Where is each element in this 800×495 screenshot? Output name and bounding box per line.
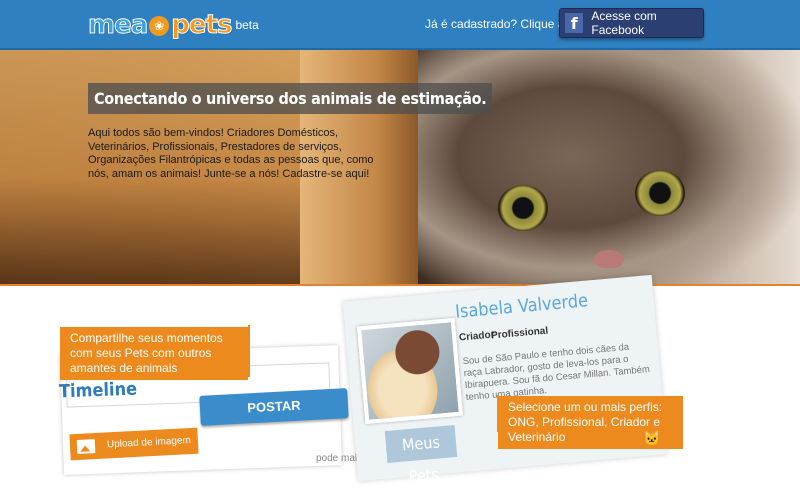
facebook-icon: f	[565, 13, 584, 33]
share-callout: Compartilhe seus momentos com seus Pets …	[60, 327, 248, 380]
logo-word-pets: pets	[171, 10, 233, 41]
cat-nose	[594, 250, 624, 268]
share-callout-line	[248, 325, 250, 377]
facebook-login-button[interactable]: f Acesse com Facebook	[559, 8, 704, 38]
login-link[interactable]: Já é cadastrado? Clique aqui	[425, 17, 580, 31]
upload-image-label: Upload de imagem	[106, 435, 192, 451]
logo[interactable]: mea ❀ pets beta	[87, 6, 259, 41]
image-icon	[76, 439, 96, 454]
timeline-title: Timeline	[58, 378, 138, 403]
my-pets-tab[interactable]: Meus Pets	[384, 425, 458, 486]
cat-icon: 🐱	[643, 430, 661, 446]
hero-intro-text[interactable]: Aqui todos são bem-vindos! Criadores Dom…	[88, 127, 388, 181]
profile-photo	[356, 317, 464, 425]
top-bar: mea ❀ pets beta Já é cadastrado? Clique …	[0, 0, 800, 50]
cat-eye-right	[635, 170, 685, 216]
paw-icon: ❀	[149, 16, 170, 36]
hero-tagline: Conectando o universo dos animais de est…	[88, 83, 493, 114]
logo-word-mea: mea	[87, 10, 148, 41]
profiles-callout-line	[497, 395, 499, 432]
cat-eye-left	[498, 185, 548, 231]
beta-badge: beta	[235, 18, 259, 32]
facebook-login-label: Acesse com Facebook	[591, 9, 657, 37]
